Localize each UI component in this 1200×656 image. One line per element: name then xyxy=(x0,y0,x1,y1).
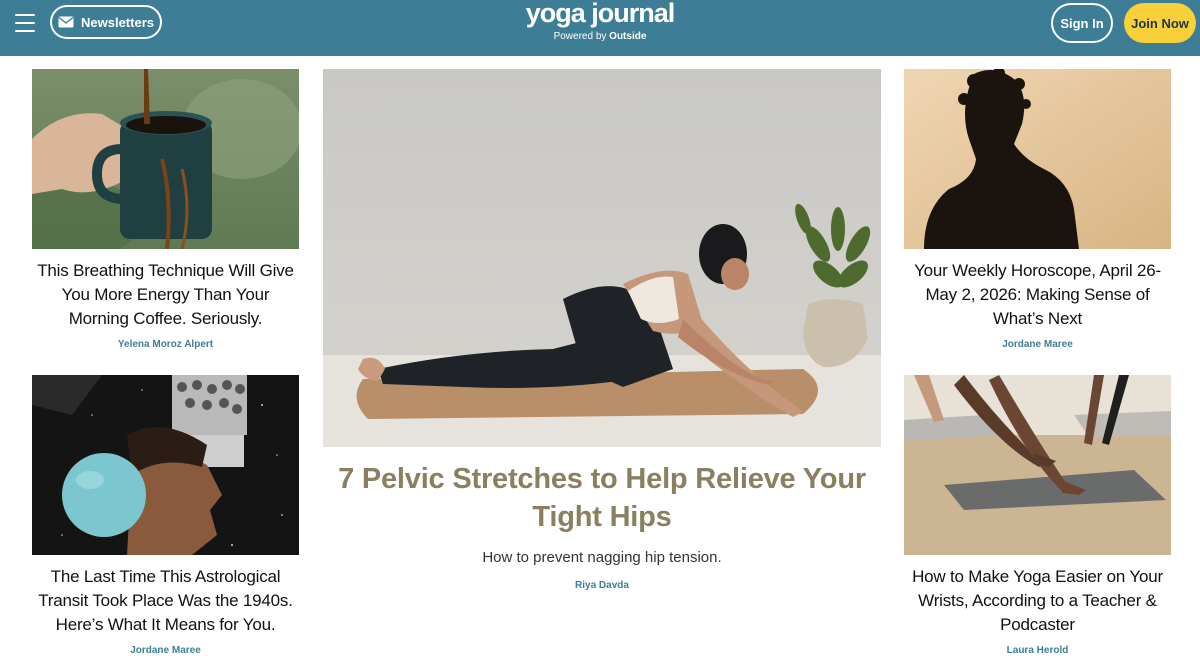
downward-dog-image[interactable] xyxy=(904,375,1171,555)
sign-in-button[interactable]: Sign In xyxy=(1051,3,1113,43)
article-card-astrology[interactable]: The Last Time This Astrological Transit … xyxy=(32,375,299,656)
featured-article-pelvic-stretches[interactable]: 7 Pelvic Stretches to Help Relieve Your … xyxy=(323,69,881,591)
logo-tagline: Powered by Outside xyxy=(500,31,700,43)
join-now-button[interactable]: Join Now xyxy=(1124,3,1196,43)
article-card-breathing[interactable]: This Breathing Technique Will Give You M… xyxy=(32,69,299,350)
article-author[interactable]: Yelena Moroz Alpert xyxy=(32,339,299,350)
article-card-wrists[interactable]: How to Make Yoga Easier on Your Wrists, … xyxy=(904,375,1171,656)
article-author[interactable]: Jordane Maree xyxy=(904,339,1171,350)
pigeon-pose-image[interactable] xyxy=(323,69,881,447)
logo-wordmark: yoga journal xyxy=(525,0,676,28)
article-author[interactable]: Laura Herold xyxy=(904,645,1171,656)
astrology-collage-image[interactable] xyxy=(32,375,299,555)
menu-icon[interactable] xyxy=(15,12,37,34)
article-card-horoscope[interactable]: Your Weekly Horoscope, April 26-May 2, 2… xyxy=(904,69,1171,350)
article-title[interactable]: The Last Time This Astrological Transit … xyxy=(32,565,299,637)
site-header: Newsletters yoga journal Powered by Outs… xyxy=(0,0,1200,56)
article-title[interactable]: This Breathing Technique Will Give You M… xyxy=(32,259,299,331)
logo-tagline-prefix: Powered by xyxy=(553,31,607,42)
coffee-mug-image[interactable] xyxy=(32,69,299,249)
article-author[interactable]: Riya Davda xyxy=(323,580,881,591)
newsletters-label: Newsletters xyxy=(81,14,154,30)
article-title[interactable]: How to Make Yoga Easier on Your Wrists, … xyxy=(904,565,1171,637)
envelope-icon xyxy=(58,16,74,28)
site-logo[interactable]: yoga journal Powered by Outside xyxy=(500,0,700,43)
silhouette-image[interactable] xyxy=(904,69,1171,249)
article-author[interactable]: Jordane Maree xyxy=(32,645,299,656)
featured-article-dek: How to prevent nagging hip tension. xyxy=(482,549,722,566)
newsletters-button[interactable]: Newsletters xyxy=(50,5,162,39)
article-title[interactable]: Your Weekly Horoscope, April 26-May 2, 2… xyxy=(904,259,1171,331)
featured-article-title[interactable]: 7 Pelvic Stretches to Help Relieve Your … xyxy=(323,460,881,536)
logo-tagline-brand: Outside xyxy=(609,31,647,42)
